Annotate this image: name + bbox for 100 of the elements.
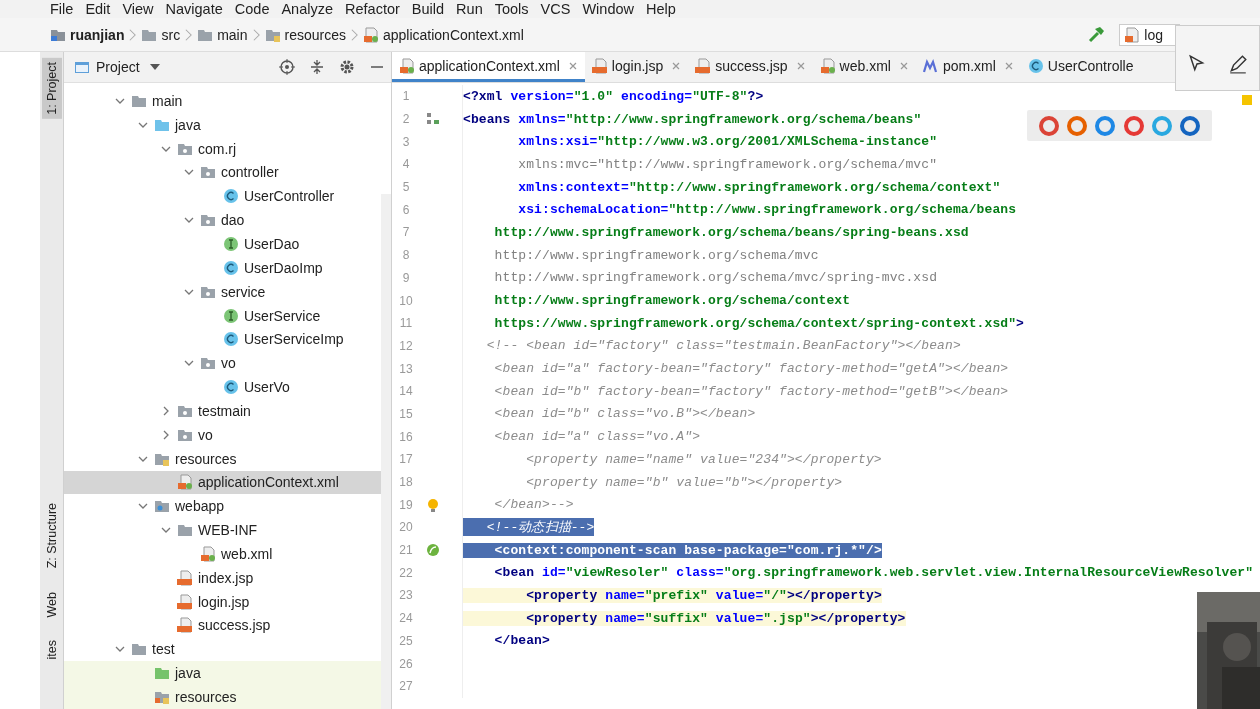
menu-item[interactable]: File xyxy=(46,1,82,18)
hammer-icon[interactable] xyxy=(1087,25,1106,44)
tree-item[interactable]: WEB-INF xyxy=(64,518,381,543)
pen-icon[interactable] xyxy=(1228,54,1249,74)
close-icon[interactable] xyxy=(795,60,806,71)
editor-tab[interactable]: pom.xml xyxy=(915,52,1021,82)
tree-item[interactable]: service xyxy=(64,279,381,304)
breadcrumb[interactable]: applicationContext.xml xyxy=(362,26,524,43)
xml-file-icon xyxy=(399,57,415,74)
leaf-icon[interactable] xyxy=(426,543,440,558)
menu-item[interactable]: Navigate xyxy=(161,1,231,18)
menu-item[interactable]: Window xyxy=(578,1,642,18)
code-line: <property name="name" value="234"></property> xyxy=(525,451,882,467)
close-icon[interactable] xyxy=(898,60,909,71)
code-line: <bean id="a" factory-bean="factory" factory-method="getA"></bean> xyxy=(493,361,1009,377)
line-number: 13 xyxy=(398,361,414,376)
menu-item[interactable]: Refactor xyxy=(341,1,408,18)
tree-label: vo xyxy=(198,426,213,443)
tree-label: testmain xyxy=(198,402,251,419)
tree-label: java xyxy=(175,116,201,133)
tree-label: controller xyxy=(221,164,279,181)
tree-item[interactable]: web.xml xyxy=(64,542,381,566)
tree-item[interactable]: webapp xyxy=(64,494,381,519)
browser-icon[interactable] xyxy=(1039,115,1060,136)
scrollbar[interactable] xyxy=(381,194,391,709)
browser-icon[interactable] xyxy=(1151,115,1172,136)
line-number: 21 xyxy=(398,543,414,558)
jsp-file-icon xyxy=(177,593,193,610)
tree-item[interactable]: main xyxy=(64,89,381,113)
tree-item[interactable]: UserDao xyxy=(64,232,381,256)
collapse-icon[interactable] xyxy=(309,59,325,75)
menu-item[interactable]: Build xyxy=(407,1,453,18)
tool-window-tab[interactable]: ites xyxy=(41,635,62,664)
line-number: 4 xyxy=(401,157,411,172)
tree-item[interactable]: vo xyxy=(64,422,381,447)
menu-item[interactable]: Tools xyxy=(490,1,537,18)
bean-gutter-icon[interactable] xyxy=(426,112,440,127)
tree-item[interactable]: com.rj xyxy=(64,136,381,161)
tree-item[interactable]: index.jsp xyxy=(64,565,381,590)
tree-item[interactable]: UserDaoImp xyxy=(64,255,381,280)
code-line: xsi:schemaLocation="http://www.springframework.org/schema/beans xyxy=(517,202,1017,218)
tree-item[interactable]: java xyxy=(64,112,381,137)
window-icon xyxy=(74,59,90,75)
breadcrumb[interactable]: main xyxy=(197,26,248,43)
project-view-selector[interactable]: Project xyxy=(74,59,160,75)
tree-item[interactable]: UserVo xyxy=(64,375,381,399)
browser-icon[interactable] xyxy=(1179,115,1200,136)
menu-item[interactable]: Analyze xyxy=(277,1,342,18)
tree-item[interactable]: UserController xyxy=(64,184,381,209)
tree-item[interactable]: login.jsp xyxy=(64,589,381,614)
tree-item[interactable]: applicationContext.xml xyxy=(64,470,381,495)
tree-item[interactable]: testmain xyxy=(64,398,381,423)
tree-item[interactable]: test xyxy=(64,637,381,662)
editor-tab[interactable]: success.jsp xyxy=(688,52,813,82)
xml-file-icon xyxy=(819,57,836,74)
warning-marker[interactable] xyxy=(1242,95,1252,105)
tree-item[interactable]: vo xyxy=(64,351,381,376)
editor-tab[interactable]: UserControlle xyxy=(1020,52,1141,82)
tree-item[interactable]: dao xyxy=(64,208,381,233)
editor-tab[interactable]: login.jsp xyxy=(584,52,689,82)
tool-window-tab[interactable]: Web xyxy=(41,588,62,622)
tree-item[interactable]: controller xyxy=(64,160,381,185)
code-line: <beans xmlns="http://www.springframework.org/schema/beans" xyxy=(463,111,922,127)
tree-label: webapp xyxy=(175,498,225,515)
menu-item[interactable]: Help xyxy=(642,1,684,18)
menu-item[interactable]: Run xyxy=(452,1,491,18)
tree-label: resources xyxy=(175,689,237,705)
run-config-field[interactable]: log xyxy=(1119,23,1180,46)
close-icon[interactable] xyxy=(1003,60,1014,71)
tree-item[interactable]: resources xyxy=(64,446,381,471)
tree-item[interactable]: resources xyxy=(64,685,381,709)
breadcrumb[interactable]: resources xyxy=(264,26,346,43)
editor-tab[interactable]: applicationContext.xml xyxy=(392,52,585,82)
lightbulb-icon[interactable] xyxy=(426,497,440,512)
jsp-file-icon xyxy=(177,617,193,634)
line-number: 12 xyxy=(398,338,414,353)
editor-tab[interactable]: web.xml xyxy=(812,52,916,82)
tree-item[interactable]: success.jsp xyxy=(64,613,381,638)
target-icon[interactable] xyxy=(279,59,295,75)
breadcrumb[interactable]: src xyxy=(141,26,181,43)
line-number: 6 xyxy=(401,202,411,217)
breadcrumb[interactable]: ruanjian xyxy=(50,26,125,43)
tree-label: web.xml xyxy=(221,545,273,562)
code-line: </bean> xyxy=(493,633,550,649)
tool-window-tab[interactable]: 1: Project xyxy=(41,58,62,119)
menu-item[interactable]: Code xyxy=(230,1,278,18)
tool-window-tab[interactable]: Z: Structure xyxy=(41,498,62,573)
browser-icon[interactable] xyxy=(1123,115,1144,136)
settings-icon[interactable] xyxy=(339,59,355,75)
menu-item[interactable]: VCS xyxy=(536,1,579,18)
browser-icon[interactable] xyxy=(1067,115,1088,136)
tree-item[interactable]: java xyxy=(64,661,381,686)
menu-item[interactable]: View xyxy=(118,1,162,18)
menu-item[interactable]: Edit xyxy=(81,1,119,18)
close-icon[interactable] xyxy=(567,60,578,71)
folder-icon xyxy=(154,689,170,705)
browser-icon[interactable] xyxy=(1095,115,1116,136)
tree-item[interactable]: UserServiceImp xyxy=(64,327,381,352)
tree-item[interactable]: UserService xyxy=(64,303,381,328)
close-icon[interactable] xyxy=(671,60,682,71)
